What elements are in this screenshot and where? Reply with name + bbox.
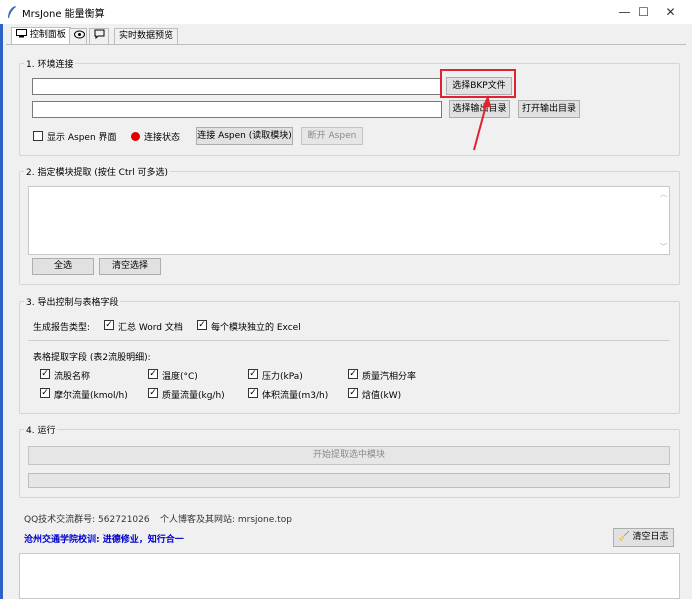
close-button[interactable]: ✕: [648, 0, 692, 24]
clear-selection-button[interactable]: 清空选择: [99, 258, 161, 275]
annotation-arrow-icon: [473, 95, 491, 151]
feather-app-icon: [8, 6, 16, 18]
tab-eye[interactable]: [69, 28, 87, 45]
connect-aspen-button[interactable]: 连接 Aspen (读取模块): [196, 127, 293, 145]
field-checkbox[interactable]: ✓: [348, 369, 358, 379]
clear-log-button[interactable]: 🧹 清空日志: [613, 528, 674, 547]
eye-icon: [74, 30, 85, 39]
field-label: 质量汽相分率: [362, 372, 417, 382]
start-extract-button[interactable]: 开始提取选中模块: [28, 446, 670, 465]
field-checkbox[interactable]: ✓: [148, 388, 158, 398]
scroll-up-icon[interactable]: ︿: [660, 189, 667, 199]
desktop-edge: [0, 24, 3, 599]
field-label: 体积流量(m3/h): [262, 391, 329, 401]
field-label: 温度(°C): [162, 372, 198, 382]
show-aspen-label: 显示 Aspen 界面: [47, 133, 117, 143]
field-label: 流股名称: [54, 372, 91, 382]
excel-report-checkbox[interactable]: ✓: [197, 320, 207, 330]
window-title: MrsJone 能量衡算: [22, 9, 105, 20]
scroll-down-icon[interactable]: ﹀: [660, 242, 667, 252]
tab-comment[interactable]: [89, 28, 109, 45]
module-listbox[interactable]: ︿ ﹀: [28, 186, 670, 255]
fields-label: 表格提取字段 (表2流股明细):: [33, 353, 151, 363]
progress-bar: [28, 473, 670, 488]
qq-group-text: QQ技术交流群号: 562721026: [24, 515, 150, 525]
run-group-title: 4. 运行: [24, 423, 58, 436]
comment-icon: [94, 29, 105, 40]
disconnect-aspen-button[interactable]: 断开 Aspen: [301, 127, 363, 145]
school-motto: 沧州交通学院校训: 进德修业，知行合一: [24, 535, 184, 545]
bkp-path-input[interactable]: [32, 78, 442, 95]
tab-label: 控制面板: [29, 30, 66, 40]
broom-icon: 🧹: [618, 532, 630, 542]
tab-realtime-preview[interactable]: 实时数据预览: [114, 28, 179, 45]
field-label: 焓值(kW): [362, 391, 402, 401]
log-textbox[interactable]: [19, 553, 680, 599]
export-group-title: 3. 导出控制与表格字段: [24, 295, 121, 308]
website-text: 个人博客及其网站: mrsjone.top: [160, 515, 292, 525]
modules-group-title: 2. 指定模块提取 (按住 Ctrl 可多选): [24, 165, 171, 178]
show-aspen-checkbox[interactable]: [33, 131, 43, 141]
word-report-checkbox[interactable]: ✓: [104, 320, 114, 330]
clear-log-label: 清空日志: [632, 532, 669, 542]
connection-status-label: 连接状态: [144, 133, 181, 143]
export-separator: [28, 340, 670, 341]
field-label: 质量流量(kg/h): [162, 391, 225, 401]
field-checkbox[interactable]: ✓: [248, 388, 258, 398]
field-checkbox[interactable]: ✓: [40, 388, 50, 398]
field-checkbox[interactable]: ✓: [348, 388, 358, 398]
output-dir-input[interactable]: [32, 101, 442, 118]
report-type-label: 生成报告类型:: [33, 323, 91, 333]
field-label: 摩尔流量(kmol/h): [54, 391, 128, 401]
monitor-icon: [16, 29, 27, 38]
env-group-title: 1. 环境连接: [24, 57, 76, 70]
title-bar: MrsJone 能量衡算 — ☐ ✕: [0, 0, 692, 24]
field-checkbox[interactable]: ✓: [148, 369, 158, 379]
tab-control-panel[interactable]: 控制面板: [11, 27, 71, 45]
connection-status-dot: [131, 132, 140, 141]
field-checkbox[interactable]: ✓: [248, 369, 258, 379]
word-report-label: 汇总 Word 文档: [118, 323, 183, 333]
open-output-button[interactable]: 打开输出目录: [518, 100, 580, 118]
field-checkbox[interactable]: ✓: [40, 369, 50, 379]
field-label: 压力(kPa): [262, 372, 303, 382]
tab-underline: [6, 44, 686, 45]
excel-report-label: 每个模块独立的 Excel: [211, 323, 301, 333]
select-all-button[interactable]: 全选: [32, 258, 94, 275]
